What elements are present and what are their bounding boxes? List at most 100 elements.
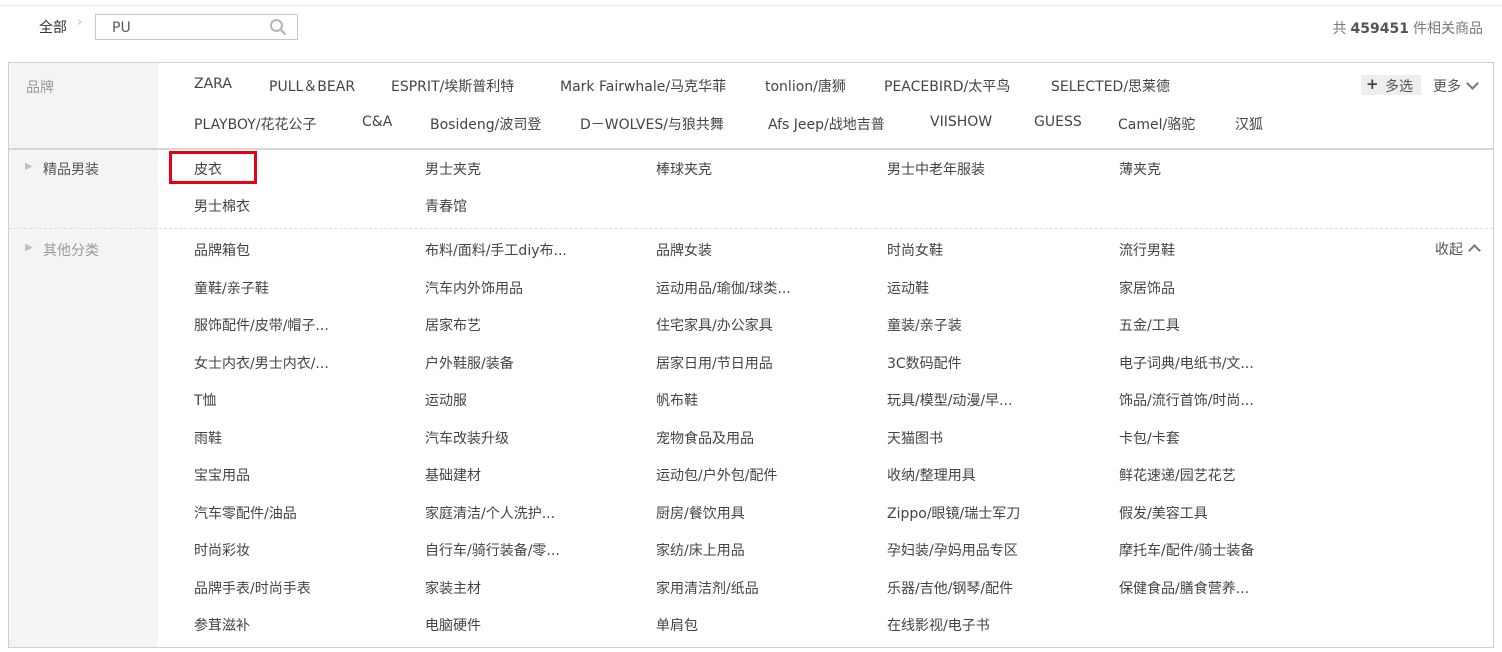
result-count-suffix: 件相关商品	[1413, 21, 1483, 37]
top-divider	[0, 5, 1502, 6]
search-value: PU	[112, 20, 131, 36]
category-item[interactable]: 居家布艺	[425, 315, 481, 335]
category-item[interactable]: 宠物食品及用品	[656, 428, 754, 448]
brand-item[interactable]: PEACEBIRD/太平鸟	[884, 76, 1010, 96]
mens-category-item[interactable]: 男士夹克	[425, 159, 481, 179]
category-item[interactable]: 布料/面料/手工diy布...	[425, 240, 567, 260]
category-item[interactable]: 摩托车/配件/骑士装备	[1119, 540, 1254, 560]
category-item[interactable]: 运动包/户外包/配件	[656, 465, 777, 485]
category-item[interactable]: Zippo/眼镜/瑞士军刀	[887, 503, 1020, 523]
category-item[interactable]: 电脑硬件	[425, 615, 481, 635]
brand-item[interactable]: ZARA	[194, 76, 232, 92]
chevron-down-icon	[1466, 77, 1479, 90]
category-item[interactable]: 玩具/模型/动漫/早...	[887, 390, 1013, 410]
category-item[interactable]: 品牌女装	[656, 240, 712, 260]
brand-item[interactable]: Camel/骆驼	[1118, 114, 1195, 134]
category-item[interactable]: 家居饰品	[1119, 278, 1175, 298]
more-brands-label: 更多	[1433, 79, 1461, 95]
category-item[interactable]: 在线影视/电子书	[887, 615, 990, 635]
category-item[interactable]: 家装主材	[425, 578, 481, 598]
multi-select-label: 多选	[1385, 79, 1413, 95]
category-item[interactable]: 居家日用/节日用品	[656, 353, 773, 373]
collapse-button[interactable]: 收起	[1435, 239, 1481, 259]
selected-highlight	[169, 151, 257, 184]
category-item[interactable]: 运动鞋	[887, 278, 929, 298]
brand-item[interactable]: D－WOLVES/与狼共舞	[580, 114, 724, 134]
mens-category-item[interactable]: 男士中老年服装	[887, 159, 985, 179]
category-item[interactable]: 天猫图书	[887, 428, 943, 448]
mens-category-item[interactable]: 男士棉衣	[194, 196, 250, 216]
search-input[interactable]: PU	[95, 14, 298, 40]
category-item[interactable]: 宝宝用品	[194, 465, 250, 485]
category-item[interactable]: 家庭清洁/个人洗护...	[425, 503, 555, 523]
category-item[interactable]: 饰品/流行首饰/时尚...	[1119, 390, 1254, 410]
category-item[interactable]: 汽车零配件/油品	[194, 503, 297, 523]
category-item[interactable]: 品牌箱包	[194, 240, 250, 260]
brand-item[interactable]: tonlion/唐狮	[765, 76, 846, 96]
category-item[interactable]: 参茸滋补	[194, 615, 250, 635]
category-item[interactable]: 帆布鞋	[656, 390, 698, 410]
category-item[interactable]: 自行车/骑行装备/零...	[425, 540, 560, 560]
brand-item[interactable]: GUESS	[1034, 114, 1082, 130]
category-item[interactable]: 收纳/整理用具	[887, 465, 976, 485]
result-count: 共 459451 件相关商品	[1333, 18, 1483, 38]
brand-item[interactable]: PLAYBOY/花花公子	[194, 114, 317, 134]
mens-category-item[interactable]: 青春馆	[425, 196, 467, 216]
brand-item[interactable]: C&A	[362, 114, 392, 130]
category-item[interactable]: 鲜花速递/园艺花艺	[1119, 465, 1236, 485]
brand-item[interactable]: 汉狐	[1235, 114, 1263, 134]
category-item[interactable]: 户外鞋服/装备	[425, 353, 514, 373]
more-brands-button[interactable]: 更多	[1433, 76, 1479, 96]
category-item[interactable]: 电子词典/电纸书/文...	[1119, 353, 1254, 373]
filter-label-column	[9, 63, 158, 647]
category-item[interactable]: 假发/美容工具	[1119, 503, 1208, 523]
breadcrumb-all[interactable]: 全部	[39, 17, 67, 37]
category-item[interactable]: 运动服	[425, 390, 467, 410]
mens-category-label[interactable]: 精品男装	[43, 159, 99, 179]
brand-item[interactable]: VIISHOW	[930, 114, 992, 130]
category-item[interactable]: 卡包/卡套	[1119, 428, 1180, 448]
category-item[interactable]: 雨鞋	[194, 428, 222, 448]
search-icon[interactable]	[269, 18, 287, 36]
category-item[interactable]: 运动用品/瑜伽/球类...	[656, 278, 791, 298]
brand-item[interactable]: PULL＆BEAR	[269, 76, 355, 96]
category-item[interactable]: 住宅家具/办公家具	[656, 315, 773, 335]
mens-category-item[interactable]: 薄夹克	[1119, 159, 1161, 179]
category-item[interactable]: 女士内衣/男士内衣/...	[194, 353, 329, 373]
category-item[interactable]: 童鞋/亲子鞋	[194, 278, 269, 298]
category-item[interactable]: 童装/亲子装	[887, 315, 962, 335]
multi-select-button[interactable]: + 多选	[1361, 75, 1421, 95]
category-item[interactable]: 乐器/吉他/钢琴/配件	[887, 578, 1013, 598]
brand-label: 品牌	[26, 80, 54, 96]
category-item[interactable]: 品牌手表/时尚手表	[194, 578, 311, 598]
category-item[interactable]: 家用清洁剂/纸品	[656, 578, 759, 598]
category-item[interactable]: 流行男鞋	[1119, 240, 1175, 260]
brand-item[interactable]: Afs Jeep/战地吉普	[768, 114, 885, 134]
brand-item[interactable]: SELECTED/思莱德	[1051, 76, 1170, 96]
collapse-label: 收起	[1435, 242, 1463, 258]
category-item[interactable]: 保健食品/膳食营养...	[1119, 578, 1249, 598]
category-item[interactable]: 厨房/餐饮用具	[656, 503, 745, 523]
category-item[interactable]: 3C数码配件	[887, 353, 962, 373]
category-item[interactable]: 服饰配件/皮带/帽子...	[194, 315, 329, 335]
chevron-up-icon	[1468, 244, 1481, 257]
filter-panel: 品牌 ZARA PULL＆BEAR ESPRIT/埃斯普利特 Mark Fairwha…	[8, 62, 1494, 648]
brand-item[interactable]: ESPRIT/埃斯普利特	[391, 76, 514, 96]
expand-triangle-icon: ▶	[25, 161, 33, 172]
brand-filter-row: 品牌 ZARA PULL＆BEAR ESPRIT/埃斯普利特 Mark Fairwha…	[9, 63, 1493, 150]
mens-category-item[interactable]: 棒球夹克	[656, 159, 712, 179]
result-count-prefix: 共	[1332, 21, 1347, 37]
category-item[interactable]: 单肩包	[656, 615, 698, 635]
category-item[interactable]: 孕妇装/孕妈用品专区	[887, 540, 1018, 560]
category-item[interactable]: 汽车改装升级	[425, 428, 509, 448]
category-item[interactable]: 家纺/床上用品	[656, 540, 745, 560]
category-item[interactable]: 基础建材	[425, 465, 481, 485]
category-item[interactable]: 五金/工具	[1119, 315, 1180, 335]
category-item[interactable]: T恤	[194, 390, 217, 410]
category-item[interactable]: 汽车内外饰用品	[425, 278, 523, 298]
other-category-label[interactable]: 其他分类	[43, 240, 99, 260]
category-item[interactable]: 时尚彩妆	[194, 540, 250, 560]
brand-item[interactable]: Bosideng/波司登	[430, 114, 541, 134]
category-item[interactable]: 时尚女鞋	[887, 240, 943, 260]
brand-item[interactable]: Mark Fairwhale/马克华菲	[560, 76, 726, 96]
